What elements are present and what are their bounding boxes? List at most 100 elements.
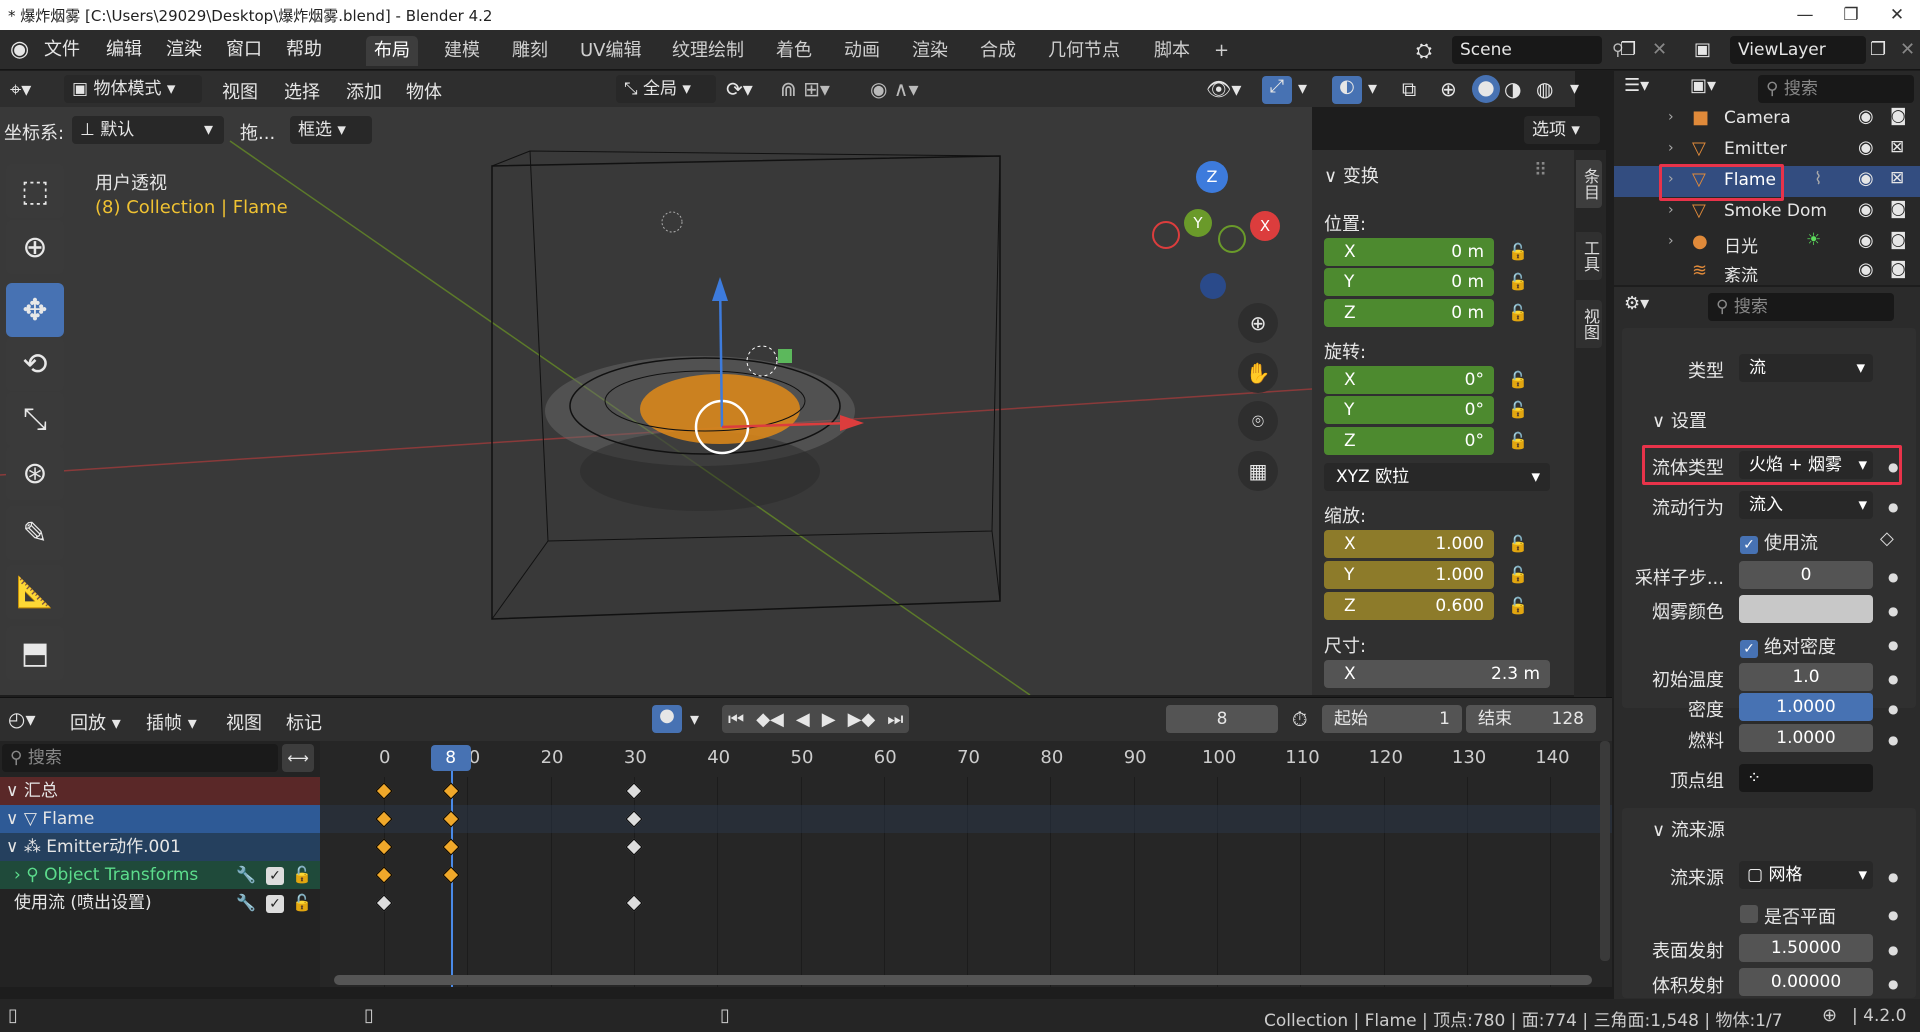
eye-icon[interactable]: ◉ bbox=[1858, 199, 1874, 220]
snap-icon[interactable]: ⋒ ⊞▾ bbox=[780, 77, 830, 101]
initial-temperature-field[interactable]: 1.0 bbox=[1739, 663, 1873, 691]
lock-icon[interactable]: 🔓 bbox=[1508, 272, 1528, 291]
new-scene-icon[interactable]: ❐ bbox=[1612, 36, 1644, 64]
flow-source-header[interactable]: ∨ 流来源 bbox=[1652, 816, 1725, 842]
menu-edit[interactable]: 编辑 bbox=[98, 36, 150, 64]
expand-arrow-icon[interactable]: › bbox=[1668, 109, 1674, 125]
tab-tool[interactable]: 工具 bbox=[1576, 232, 1602, 280]
render-camera-icon[interactable]: ◙ bbox=[1890, 106, 1907, 126]
tab-rendering[interactable]: 渲染 bbox=[904, 36, 956, 66]
keyframe-dot-icon[interactable]: ● bbox=[1888, 943, 1898, 957]
vertical-scrollbar[interactable] bbox=[1600, 741, 1610, 961]
menu-help[interactable]: 帮助 bbox=[278, 36, 330, 64]
expand-arrow-icon[interactable]: › bbox=[1668, 202, 1674, 218]
tab-layout[interactable]: 布局 bbox=[366, 36, 418, 66]
menu-select[interactable]: 选择 bbox=[284, 78, 320, 104]
select-mode-selector[interactable]: 框选 ▾ bbox=[290, 116, 372, 144]
delete-scene-icon[interactable]: ✕ bbox=[1644, 36, 1675, 64]
proportional-edit-icon[interactable]: ◉ ∧▾ bbox=[870, 77, 919, 101]
horizontal-scrollbar[interactable] bbox=[334, 975, 1592, 985]
gizmo-x-axis[interactable]: X bbox=[1250, 211, 1280, 241]
tab-compositing[interactable]: 合成 bbox=[972, 36, 1024, 66]
menu-marker[interactable]: 标记 bbox=[286, 709, 322, 735]
tab-shading[interactable]: 着色 bbox=[768, 36, 820, 66]
settings-header[interactable]: ∨ 设置 bbox=[1652, 407, 1707, 433]
tab-sculpting[interactable]: 雕刻 bbox=[504, 36, 556, 66]
gizmo-dropdown-icon[interactable]: ▾ bbox=[1298, 78, 1307, 99]
vertex-group-selector[interactable]: ⁘ bbox=[1739, 764, 1873, 792]
keyframe-dot-icon[interactable]: ● bbox=[1888, 977, 1898, 991]
render-camera-icon[interactable]: ◙ bbox=[1890, 230, 1907, 250]
tab-uv-editing[interactable]: UV编辑 bbox=[572, 36, 650, 66]
channel-enable-checkbox[interactable]: ✓ bbox=[266, 865, 290, 885]
lock-icon[interactable]: 🔓 bbox=[1508, 242, 1528, 261]
visibility-icon[interactable]: 👁▾ bbox=[1206, 77, 1241, 101]
minimize-button[interactable]: — bbox=[1782, 0, 1828, 30]
gizmo-neg-x[interactable] bbox=[1152, 221, 1180, 249]
next-keyframe-icon[interactable]: ▶◆ bbox=[848, 709, 876, 730]
transform-tool-icon[interactable]: ⊛ bbox=[6, 446, 64, 500]
pivot-icon[interactable]: ⟳▾ bbox=[726, 77, 753, 101]
annotate-tool-icon[interactable]: ✎ bbox=[6, 506, 64, 560]
keyframe-dot-icon[interactable]: ● bbox=[1888, 604, 1898, 618]
smoke-color-swatch[interactable] bbox=[1739, 595, 1873, 623]
scale-tool-icon[interactable]: ⤡ bbox=[6, 392, 64, 446]
transform-header[interactable]: ∨ 变换 bbox=[1324, 162, 1379, 188]
lock-icon[interactable]: 🔓 bbox=[1508, 400, 1528, 419]
overlay-toggle-icon[interactable]: ◐ bbox=[1332, 76, 1362, 104]
lock-icon[interactable]: 🔓 bbox=[1508, 431, 1528, 450]
end-frame-field[interactable]: 结束 128 bbox=[1466, 705, 1596, 733]
keyframe-dot-icon[interactable]: ● bbox=[1888, 870, 1898, 884]
rotate-tool-icon[interactable]: ⟲ bbox=[6, 337, 64, 391]
gizmo-toggle-icon[interactable]: ⤢ bbox=[1262, 76, 1292, 104]
perspective-toggle-icon[interactable]: ▦ bbox=[1238, 451, 1278, 491]
outliner-item-emitter[interactable]: › ▽ Emitter ◉ ⊠ bbox=[1614, 135, 1920, 166]
lock-icon[interactable]: 🔓 bbox=[1508, 534, 1528, 553]
tab-animation[interactable]: 动画 bbox=[836, 36, 888, 66]
wireframe-shading-icon[interactable]: ⊕ bbox=[1440, 77, 1457, 101]
start-frame-field[interactable]: 起始 1 bbox=[1322, 705, 1462, 733]
gizmo-y-axis[interactable]: Y bbox=[1184, 209, 1212, 237]
add-cube-tool-icon[interactable]: ⬒ bbox=[6, 626, 64, 680]
lock-icon[interactable]: 🔓 bbox=[1508, 565, 1528, 584]
keyframe-dot-icon[interactable]: ● bbox=[1888, 702, 1898, 716]
type-selector[interactable]: 流 ▾ bbox=[1739, 354, 1873, 382]
mode-selector[interactable]: ▣ 物体模式 ▾ bbox=[64, 75, 202, 103]
location-z-field[interactable]: Z0 m bbox=[1324, 299, 1494, 327]
blender-logo-icon[interactable]: ◉ bbox=[2, 36, 37, 64]
lock-icon[interactable]: 🔓 bbox=[1508, 370, 1528, 389]
tab-texture-paint[interactable]: 纹理绘制 bbox=[664, 36, 752, 66]
cursor-tool-icon[interactable]: ⊕ bbox=[6, 220, 64, 274]
flow-source-selector[interactable]: ▢ 网格 ▾ bbox=[1739, 861, 1873, 889]
zoom-icon[interactable]: ⊕ bbox=[1238, 303, 1278, 343]
expand-arrow-icon[interactable]: › bbox=[1668, 233, 1674, 249]
menu-file[interactable]: 文件 bbox=[36, 36, 88, 64]
auto-keying-dropdown-icon[interactable]: ▾ bbox=[690, 709, 699, 730]
pan-hand-icon[interactable]: ✋ bbox=[1238, 353, 1278, 393]
auto-keying-icon[interactable]: ● bbox=[652, 705, 682, 733]
rotation-y-field[interactable]: Y 0° bbox=[1324, 396, 1494, 424]
channel-summary[interactable]: ∨ 汇总 bbox=[0, 777, 320, 805]
scene-selector[interactable]: Scene bbox=[1452, 36, 1602, 64]
channel-action[interactable]: ∨ ⁂ Emitter动作.001 bbox=[0, 833, 320, 861]
outliner-editor-icon[interactable]: ☰▾ bbox=[1624, 75, 1649, 96]
render-camera-icon[interactable]: ⊠ bbox=[1890, 137, 1904, 157]
channel-enable-checkbox[interactable]: ✓ bbox=[266, 893, 290, 913]
tab-geometry-nodes[interactable]: 几何节点 bbox=[1040, 36, 1128, 66]
select-box-tool-icon[interactable]: ⬚ bbox=[6, 164, 64, 218]
display-mode-icon[interactable]: ▣▾ bbox=[1690, 75, 1716, 96]
eye-icon[interactable]: ◉ bbox=[1858, 106, 1874, 127]
play-reverse-icon[interactable]: ◀ bbox=[796, 709, 810, 730]
overlay-dropdown-icon[interactable]: ▾ bbox=[1368, 78, 1377, 99]
menu-playback[interactable]: 回放 ▾ bbox=[70, 709, 121, 735]
dimension-x-field[interactable]: X 2.3 m bbox=[1324, 660, 1550, 688]
modifier-wrench-icon[interactable]: 🔧 bbox=[236, 893, 256, 912]
rendered-shading-icon[interactable]: ◍ bbox=[1536, 77, 1553, 101]
viewlayer-icon[interactable]: ▣ bbox=[1686, 36, 1719, 64]
frame-ruler[interactable]: 0102030405060708090100110120130140 bbox=[320, 741, 1612, 777]
stopwatch-icon[interactable]: ⏱ bbox=[1292, 707, 1308, 731]
keyframe-dot-icon[interactable]: ● bbox=[1888, 638, 1898, 652]
rotation-x-field[interactable]: X 0° bbox=[1324, 366, 1494, 394]
tab-scripting[interactable]: 脚本 bbox=[1146, 36, 1198, 66]
lock-icon[interactable]: 🔓 bbox=[1508, 303, 1528, 322]
